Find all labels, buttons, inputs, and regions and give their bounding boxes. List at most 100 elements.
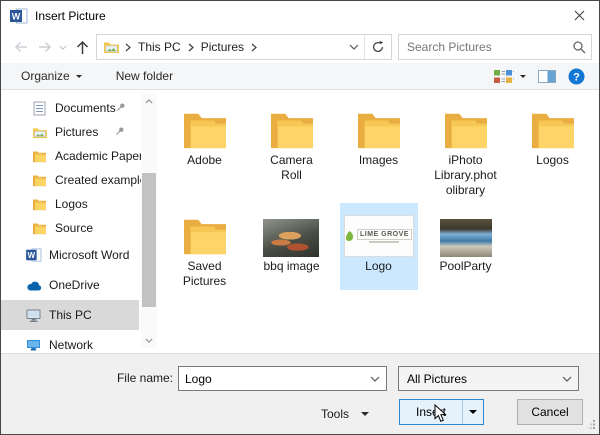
file-item-label: PoolParty xyxy=(439,259,491,274)
sidebar-item-network[interactable]: Network xyxy=(1,330,161,354)
file-item-label: Adobe xyxy=(187,153,222,168)
file-item-camera-roll[interactable]: Camera Roll xyxy=(248,97,335,199)
chevron-down-icon xyxy=(349,44,359,50)
file-type-dropdown-button[interactable] xyxy=(556,367,578,390)
file-item-bbq-image[interactable]: bbq image xyxy=(248,203,335,290)
breadcrumb-pictures[interactable]: Pictures xyxy=(195,40,250,54)
leaf-icon xyxy=(345,231,354,242)
sidebar-item-source[interactable]: Source xyxy=(1,216,161,240)
network-icon xyxy=(25,338,42,352)
folder-icon xyxy=(530,109,576,151)
sidebar-item-created-example[interactable]: Created example xyxy=(1,168,161,192)
folder-icon xyxy=(269,109,315,151)
thumbnails-view-icon xyxy=(494,69,514,84)
scrollbar-thumb[interactable] xyxy=(142,173,156,307)
selected-file-highlight: LIME GROVE Logo xyxy=(340,203,418,290)
toolbar-right-group: ? xyxy=(494,68,585,85)
file-item-logo-selected[interactable]: LIME GROVE Logo xyxy=(335,203,422,290)
file-type-select[interactable]: All Pictures xyxy=(398,366,579,391)
dialog-content: Documents Pictures Academic Paper xyxy=(1,90,599,354)
caret-down-icon xyxy=(76,75,82,78)
insert-dropdown-button[interactable] xyxy=(462,400,483,424)
file-item-images[interactable]: Images xyxy=(335,97,422,199)
pin-icon xyxy=(116,101,126,115)
this-pc-icon xyxy=(25,308,42,323)
file-item-saved-pictures[interactable]: Saved Pictures xyxy=(161,203,248,290)
resize-grip[interactable] xyxy=(586,418,596,432)
logo-thumbnail: LIME GROVE xyxy=(344,215,414,257)
sidebar-item-logos[interactable]: Logos xyxy=(1,192,161,216)
sidebar-label: Created example xyxy=(55,173,146,187)
preview-pane-icon xyxy=(538,70,556,83)
onedrive-icon xyxy=(25,280,42,291)
sidebar-item-pictures[interactable]: Pictures xyxy=(1,120,161,144)
file-name-label: File name: xyxy=(91,371,173,385)
close-button[interactable] xyxy=(559,1,599,29)
scroll-down-button[interactable] xyxy=(141,332,157,348)
sidebar-item-documents[interactable]: Documents xyxy=(1,96,161,120)
sidebar-item-onedrive[interactable]: OneDrive xyxy=(1,270,161,300)
breadcrumb-this-pc[interactable]: This PC xyxy=(132,40,187,54)
documents-icon xyxy=(31,101,48,116)
poolparty-thumbnail xyxy=(440,219,492,257)
new-folder-button[interactable]: New folder xyxy=(116,69,173,83)
file-name-input[interactable] xyxy=(179,371,364,387)
search-icon xyxy=(572,40,586,54)
sidebar-item-academic-paper[interactable]: Academic Paper xyxy=(1,144,161,168)
up-button[interactable] xyxy=(69,34,95,60)
sidebar-item-this-pc[interactable]: This PC xyxy=(1,300,139,330)
word-icon: W xyxy=(25,248,42,262)
help-button[interactable]: ? xyxy=(568,68,585,85)
address-bar[interactable]: This PC Pictures xyxy=(96,34,392,60)
dialog-title: Insert Picture xyxy=(35,9,106,23)
file-item-iphoto-library[interactable]: iPhoto Library.photolibrary xyxy=(422,97,509,199)
sidebar-scrollbar[interactable] xyxy=(141,93,157,348)
file-item-label: bbq image xyxy=(263,259,319,274)
sidebar-label: Pictures xyxy=(55,125,98,139)
organize-button[interactable]: Organize xyxy=(21,69,82,83)
folder-icon xyxy=(31,150,48,163)
recent-locations-button[interactable] xyxy=(57,34,69,60)
file-item-logos[interactable]: Logos xyxy=(509,97,596,199)
refresh-icon xyxy=(371,40,385,54)
caret-down-icon xyxy=(520,75,526,78)
back-arrow-icon xyxy=(13,40,29,54)
preview-pane-button[interactable] xyxy=(538,70,556,83)
scroll-up-button[interactable] xyxy=(141,93,157,109)
help-icon: ? xyxy=(568,68,585,85)
breadcrumb-separator xyxy=(250,43,258,52)
breadcrumb-separator xyxy=(187,43,195,52)
folder-icon xyxy=(182,109,228,151)
insert-button[interactable]: Insert xyxy=(400,405,462,419)
command-toolbar: Organize New folder xyxy=(1,63,599,90)
insert-picture-dialog: W Insert Picture xyxy=(0,0,600,435)
title-bar: W Insert Picture xyxy=(1,1,599,31)
svg-text:W: W xyxy=(12,12,21,22)
search-button[interactable] xyxy=(567,40,591,54)
tools-button[interactable]: Tools xyxy=(301,401,389,426)
file-type-value: All Pictures xyxy=(399,372,556,386)
address-dropdown-button[interactable] xyxy=(344,35,364,59)
up-arrow-icon xyxy=(75,40,90,55)
file-item-poolparty[interactable]: PoolParty xyxy=(422,203,509,290)
change-view-button[interactable] xyxy=(494,69,526,84)
file-name-combo xyxy=(178,366,387,391)
search-input[interactable] xyxy=(399,40,567,54)
file-item-adobe[interactable]: Adobe xyxy=(161,97,248,199)
chevron-down-icon xyxy=(59,45,67,50)
file-name-dropdown-button[interactable] xyxy=(364,367,386,390)
insert-split-button[interactable]: Insert xyxy=(399,399,484,425)
caret-down-icon xyxy=(469,410,477,414)
sidebar-item-microsoft-word[interactable]: W Microsoft Word xyxy=(1,240,161,270)
refresh-button[interactable] xyxy=(364,35,391,59)
cancel-button[interactable]: Cancel xyxy=(517,399,583,425)
file-list: Adobe Camera Roll Images iPhoto Library.… xyxy=(161,97,596,290)
svg-text:?: ? xyxy=(573,71,580,83)
forward-arrow-icon xyxy=(37,40,53,54)
dialog-footer: File name: All Pictures Tools Insert Can… xyxy=(1,353,599,434)
forward-button[interactable] xyxy=(33,34,57,60)
pictures-folder-icon xyxy=(103,40,120,54)
search-box xyxy=(398,34,592,60)
sidebar-label: Academic Paper xyxy=(55,149,143,163)
back-button[interactable] xyxy=(9,34,33,60)
